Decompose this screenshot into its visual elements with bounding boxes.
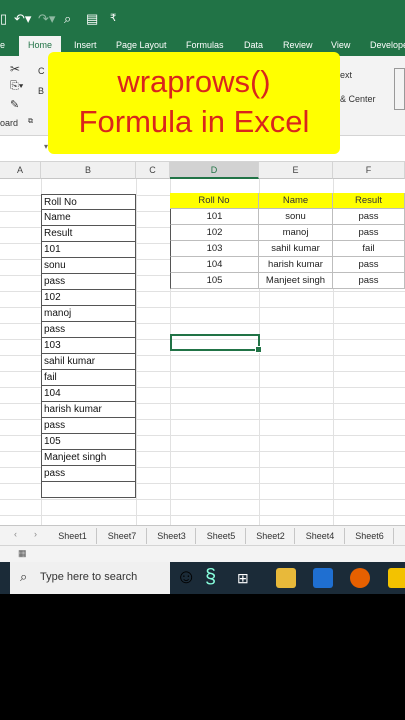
sheet-tab[interactable]: Sheet4 <box>297 528 345 544</box>
windows-taskbar: ⌕ Type here to search ☺ § ⊞ <box>0 562 405 594</box>
sheet-tab-bar: ‹ › Sheet1 Sheet7 Sheet3 Sheet5 Sheet2 Sheet4… <box>0 525 405 545</box>
redo-icon[interactable]: ↷▾ <box>38 12 55 26</box>
result-cell[interactable]: sonu <box>259 209 333 225</box>
source-cell[interactable]: sahil kumar <box>41 354 136 370</box>
source-cell[interactable]: pass <box>41 322 136 338</box>
clipboard-group-label: oard <box>0 118 19 128</box>
banner-line-2: Formula in Excel <box>78 104 310 139</box>
title-bar: ▯ ↶▾ ↷▾ ⌕ ▤ ₹ <box>0 0 405 36</box>
column-header-B[interactable]: B <box>41 162 136 179</box>
grid-vline <box>136 179 137 525</box>
mail-icon[interactable] <box>313 568 333 588</box>
print-preview-icon[interactable]: ⌕ <box>64 12 71 26</box>
tab-review[interactable]: Review <box>283 40 313 50</box>
active-cell-D12[interactable] <box>170 334 262 353</box>
tab-page-layout[interactable]: Page Layout <box>116 40 167 50</box>
character-decor-icon: § <box>205 566 217 588</box>
source-cell[interactable]: harish kumar <box>41 402 136 418</box>
source-cell[interactable]: pass <box>41 274 136 290</box>
result-cell[interactable]: pass <box>333 273 405 289</box>
form-icon[interactable]: ▤ <box>86 12 98 26</box>
source-cell[interactable]: 104 <box>41 386 136 402</box>
cut-icon[interactable]: ✂ <box>10 62 20 76</box>
bold-button-edge[interactable]: B <box>38 86 44 96</box>
tab-data[interactable]: Data <box>244 40 263 50</box>
source-cell[interactable]: 101 <box>41 242 136 258</box>
result-cell[interactable]: 102 <box>170 225 259 241</box>
source-cell[interactable]: Result <box>41 226 136 242</box>
merge-center-label[interactable]: & Center <box>340 94 376 104</box>
tab-insert[interactable]: Insert <box>74 40 97 50</box>
result-cell[interactable]: fail <box>333 241 405 257</box>
source-cell[interactable]: 105 <box>41 434 136 450</box>
status-bar: ▦ <box>0 545 405 562</box>
source-cell[interactable]: manoj <box>41 306 136 322</box>
result-cell[interactable]: 105 <box>170 273 259 289</box>
tab-formulas[interactable]: Formulas <box>186 40 224 50</box>
result-header-cell[interactable]: Result <box>333 193 405 209</box>
firefox-icon[interactable] <box>350 568 370 588</box>
column-header-D[interactable]: D <box>170 162 259 179</box>
tab-view[interactable]: View <box>331 40 350 50</box>
file-explorer-icon[interactable] <box>276 568 296 588</box>
tab-file[interactable]: e <box>0 40 5 50</box>
column-header-A[interactable]: A <box>0 162 41 179</box>
result-cell[interactable]: harish kumar <box>259 257 333 273</box>
title-banner: wraprows() Formula in Excel <box>48 52 340 154</box>
column-header-E[interactable]: E <box>259 162 333 179</box>
result-cell[interactable]: manoj <box>259 225 333 241</box>
result-cell[interactable]: 103 <box>170 241 259 257</box>
macro-record-icon[interactable]: ▦ <box>18 548 27 559</box>
clipboard-launcher-icon[interactable]: ⧉ <box>28 118 33 126</box>
result-header-cell[interactable]: Name <box>259 193 333 209</box>
worksheet-grid[interactable]: A B C D E F Roll No Name Result 101 sonu pass… <box>0 162 405 525</box>
format-painter-icon[interactable]: ✎ <box>10 98 19 111</box>
source-cell[interactable] <box>41 482 136 498</box>
search-icon: ⌕ <box>20 569 28 584</box>
result-cell[interactable]: pass <box>333 257 405 273</box>
wrap-text-label[interactable]: ext <box>340 70 352 80</box>
grid-hline <box>0 499 405 500</box>
column-header-F[interactable]: F <box>333 162 405 179</box>
sheet-tab[interactable]: Sheet5 <box>198 528 246 544</box>
sheet-tab[interactable]: Sheet7 <box>99 528 147 544</box>
search-placeholder: Type here to search <box>40 571 138 583</box>
sheet-tab[interactable]: Sheet3 <box>148 528 196 544</box>
customize-toolbar-icon[interactable]: ₹ <box>110 12 116 26</box>
sheet-tab[interactable]: Sheet1 <box>49 528 97 544</box>
source-cell[interactable]: 103 <box>41 338 136 354</box>
source-cell[interactable]: pass <box>41 418 136 434</box>
cortana-character-icon[interactable]: ☺ <box>176 566 196 589</box>
result-header-cell[interactable]: Roll No <box>170 193 259 209</box>
copy-icon[interactable]: ⎘▾ <box>10 80 23 93</box>
source-cell[interactable]: pass <box>41 466 136 482</box>
source-cell[interactable]: Manjeet singh <box>41 450 136 466</box>
scroll-right-icon[interactable]: › <box>34 529 37 539</box>
source-cell[interactable]: sonu <box>41 258 136 274</box>
scroll-left-icon[interactable]: ‹ <box>14 529 17 539</box>
result-cell[interactable]: 101 <box>170 209 259 225</box>
source-cell[interactable]: Name <box>41 210 136 226</box>
tab-developer[interactable]: Develope <box>370 40 405 50</box>
font-box-edge[interactable]: C <box>38 66 45 76</box>
column-header-C[interactable]: C <box>136 162 170 179</box>
source-cell[interactable]: fail <box>41 370 136 386</box>
result-cell[interactable]: pass <box>333 209 405 225</box>
result-cell[interactable]: Manjeet singh <box>259 273 333 289</box>
source-cell[interactable]: 102 <box>41 290 136 306</box>
source-cell[interactable]: Roll No <box>41 194 136 210</box>
sheet-tab[interactable]: Sheet2 <box>247 528 295 544</box>
sheet-tab[interactable]: Sheet6 <box>346 528 394 544</box>
task-view-icon[interactable]: ⊞ <box>237 570 257 590</box>
result-cell[interactable]: sahil kumar <box>259 241 333 257</box>
taskbar-search-box[interactable]: ⌕ Type here to search ☺ <box>10 562 196 594</box>
number-format-box[interactable] <box>394 68 405 110</box>
result-cell[interactable]: pass <box>333 225 405 241</box>
grid-hline <box>0 515 405 516</box>
banner-line-1: wraprows() <box>117 64 271 99</box>
undo-icon[interactable]: ↶▾ <box>14 12 31 26</box>
save-icon[interactable]: ▯ <box>0 12 7 26</box>
result-cell[interactable]: 104 <box>170 257 259 273</box>
sticky-notes-icon[interactable] <box>388 568 405 588</box>
